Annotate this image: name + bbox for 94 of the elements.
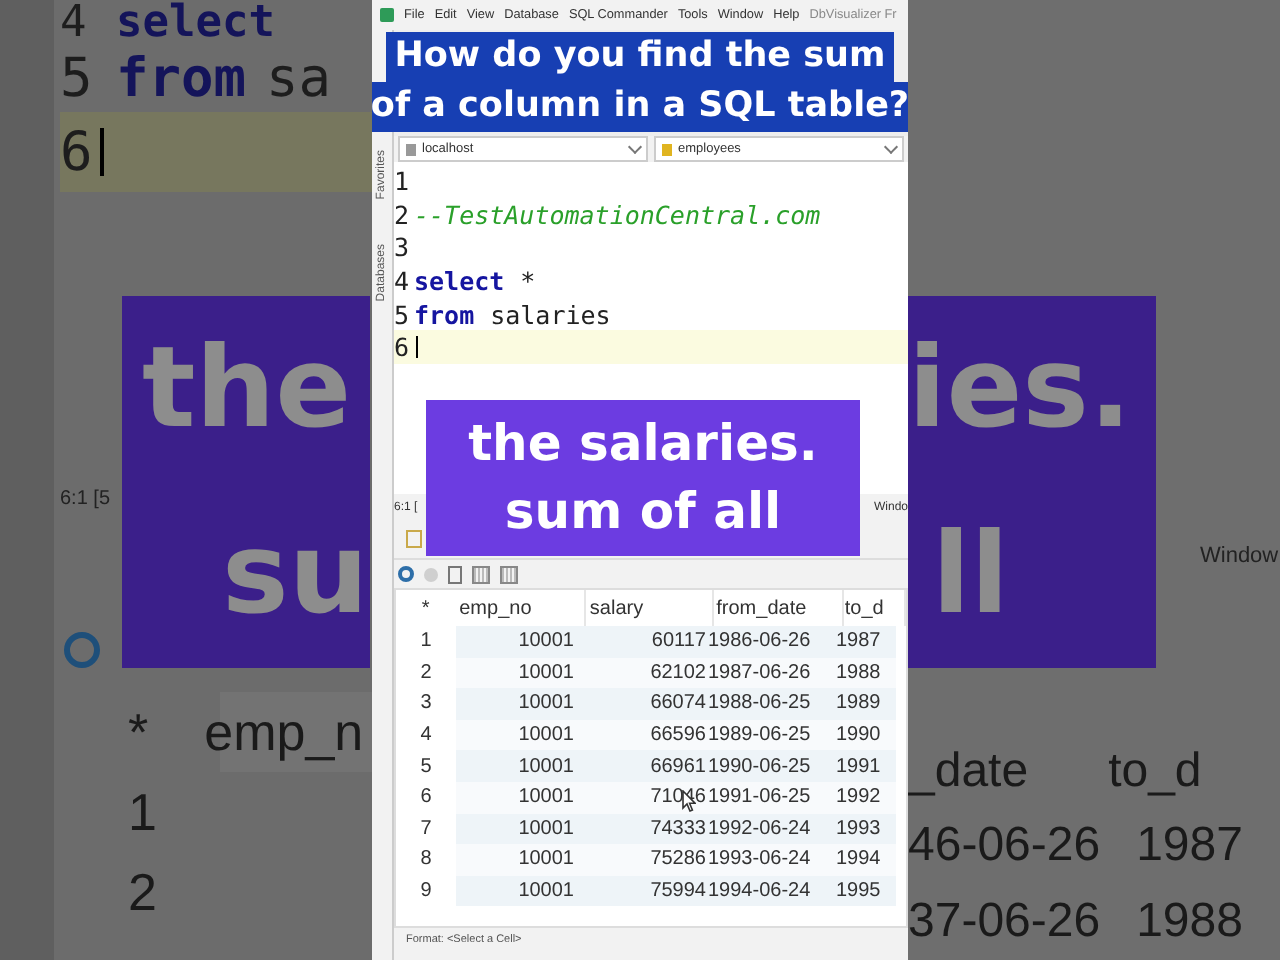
table-cell: 1995 [836, 875, 896, 907]
code-text: * [520, 265, 536, 296]
row-number: 5 [418, 753, 434, 782]
table-cell: 62102 [582, 657, 706, 689]
column-header: to_d [1108, 743, 1202, 799]
row-number: 3 [418, 690, 434, 719]
table-cell: 1987 [1136, 818, 1243, 875]
table-cell: 1986-06-26 [706, 626, 836, 658]
column-header: _date [908, 743, 1029, 799]
line-number: 2 [394, 199, 412, 230]
caption-text: How do you find the sum [386, 32, 894, 82]
table-cell: 1993 [836, 813, 896, 845]
refresh-icon[interactable] [398, 566, 414, 582]
code-text: sa [266, 47, 332, 109]
table-cell: 10001 [456, 875, 582, 907]
line-number: 5 [394, 299, 412, 330]
column-header: * [128, 701, 149, 763]
sql-keyword: select [414, 265, 505, 296]
table-cell: 37-06-26 [908, 894, 1101, 951]
line-number: 4 [60, 0, 89, 47]
table-cell: 10001 [456, 657, 582, 689]
row-number: 1 [418, 628, 434, 657]
sql-keyword: from [414, 299, 475, 330]
row-number: 2 [418, 659, 434, 688]
row-number: 2 [128, 861, 157, 923]
table-cell: 1988-06-25 [706, 688, 836, 720]
caption-text: ll [930, 510, 1011, 640]
sql-keyword: select [116, 0, 275, 47]
status-text: Window [1198, 544, 1280, 573]
line-number: 3 [394, 232, 412, 263]
text-cursor [100, 127, 104, 177]
tab-icon[interactable] [406, 530, 422, 548]
table-cell: 1987-06-26 [706, 657, 836, 689]
caption-text: the [142, 324, 354, 454]
table-cell: 10001 [456, 688, 582, 720]
database-icon [662, 143, 672, 155]
line-number: 4 [394, 265, 412, 296]
caption-text: su [220, 510, 370, 640]
row-number: 8 [418, 846, 434, 875]
table-cell: 10001 [456, 813, 582, 845]
table-cell: 10001 [456, 781, 582, 814]
table-cell: 1994 [836, 844, 896, 876]
code-text: salaries [490, 299, 611, 330]
row-number: 1 [128, 781, 157, 843]
table-cell: 1990-06-25 [706, 750, 836, 782]
column-header: emp_n [204, 701, 364, 763]
table-cell: 10001 [456, 750, 582, 782]
table-cell: 1994-06-24 [706, 875, 836, 907]
table-cell: 46-06-26 [908, 818, 1101, 875]
table-cell: 10001 [456, 844, 582, 876]
table-cell: 66596 [582, 719, 706, 751]
table-cell: 1992 [836, 781, 896, 814]
server-icon [406, 143, 416, 155]
caption-text: the salaries. [468, 412, 818, 476]
row-number: 7 [418, 815, 434, 844]
column-header[interactable]: salary [585, 590, 715, 626]
sql-keyword: from [116, 47, 247, 109]
table-cell: 1988 [836, 657, 896, 689]
table-cell: 66961 [582, 750, 706, 782]
line-number: 5 [60, 47, 95, 109]
column-header[interactable]: from_date [714, 590, 845, 626]
table-cell: 1987 [836, 626, 896, 658]
table-cell: 1992-06-24 [706, 813, 836, 845]
table-cell: 10001 [456, 626, 582, 658]
column-header[interactable]: to_d [844, 590, 906, 626]
table-cell: 75286 [582, 844, 706, 876]
caption-text: of a column in a SQL table? [372, 82, 908, 132]
app-icon [380, 8, 394, 22]
caption-text: ies. [908, 324, 1134, 454]
table-cell: 66074 [582, 688, 706, 720]
table-cell: 1991-06-25 [706, 781, 836, 814]
table-cell: 74333 [582, 813, 706, 845]
table-cell: 1991 [836, 750, 896, 782]
table-cell: 1988 [1136, 894, 1243, 951]
table-cell: 10001 [456, 719, 582, 751]
export-icon[interactable] [448, 565, 462, 583]
row-number: 6 [418, 784, 434, 813]
status-text: 6:1 [5 [58, 488, 113, 514]
table-cell: 1990 [836, 719, 896, 751]
column-header[interactable]: emp_no [455, 590, 586, 626]
table-cell: 1989-06-25 [706, 719, 836, 751]
table-cell: 1989 [836, 688, 896, 720]
code-comment: --TestAutomationCentral.com [414, 199, 821, 230]
row-number: 9 [418, 878, 434, 907]
table-cell: 1993-06-24 [706, 844, 836, 876]
line-number: 1 [394, 165, 412, 196]
refresh-icon [64, 632, 100, 668]
table-cell: 75994 [582, 875, 706, 907]
table-cell: 60117 [582, 626, 706, 658]
line-number: 6 [394, 332, 412, 363]
text-cursor [416, 336, 418, 359]
row-number: 4 [418, 722, 434, 751]
column-header[interactable]: * [396, 590, 456, 626]
line-number: 6 [60, 121, 95, 183]
